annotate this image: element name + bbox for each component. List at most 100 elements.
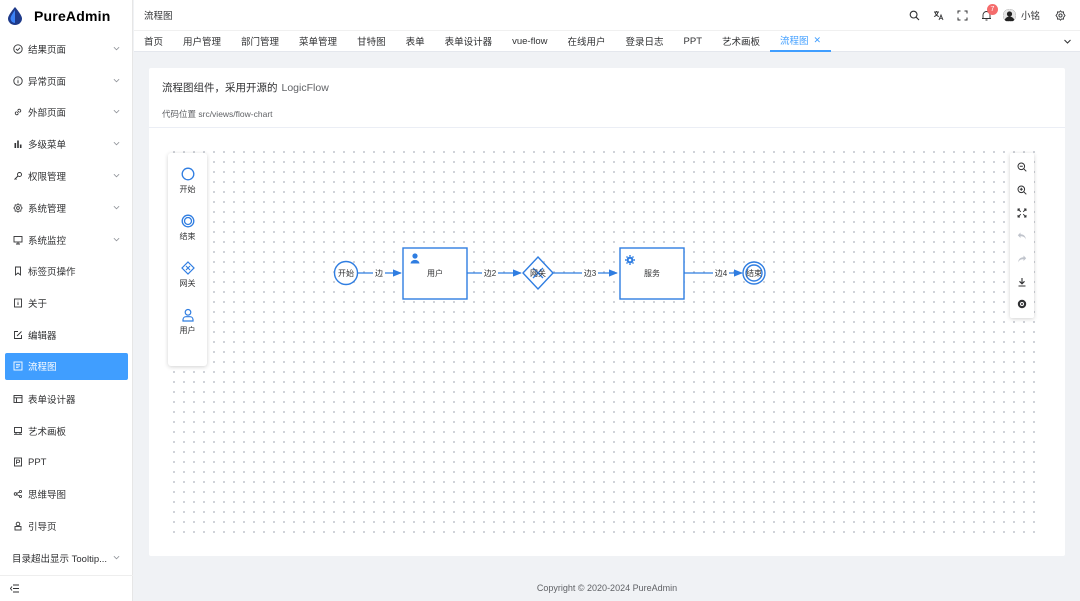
sidebar-item-label: PPT [28,456,47,468]
download-button[interactable] [1010,273,1034,291]
sidebar-item-label: 引导页 [28,522,57,534]
chevron-down-icon [113,555,120,560]
fullscreen-button[interactable] [951,0,975,30]
sidebar-item-monitor[interactable]: 系统监控 [0,224,133,256]
logicflow-link[interactable]: LogicFlow [282,82,329,94]
chevron-down-icon [113,78,120,83]
card-title-text: 流程图组件，采用开源的 [162,82,278,94]
sidebar-item-multilevel[interactable]: 多级菜单 [0,128,133,160]
minimap-button[interactable] [1010,295,1034,313]
sidebar-item-tags[interactable]: 标签页操作 [0,256,133,288]
tab-gantt[interactable]: 甘特图 [347,30,396,52]
ppt-icon [13,457,23,467]
avatar [1002,8,1016,22]
tab-form[interactable]: 表单 [396,30,435,52]
node-label: 服务 [644,268,660,278]
sidebar-item-editor[interactable]: 编辑器 [0,319,133,351]
gear-icon [13,203,23,213]
translate-icon [934,10,944,20]
node-service[interactable]: 服务 [619,247,685,300]
mindmap-icon [13,489,23,499]
check-circle-icon [13,44,23,54]
sidebar-item-label: 思维导图 [28,490,67,502]
fit-view-button[interactable] [1010,204,1034,222]
guide-icon [13,521,23,531]
key-icon [13,171,23,181]
chevron-down-icon [113,237,120,242]
tab-home[interactable]: 首页 [134,30,173,52]
close-icon[interactable]: ✕ [814,35,822,46]
app-logo[interactable]: PureAdmin [0,0,132,32]
palette-end[interactable]: 结束 [168,214,207,242]
circle-icon [181,167,194,181]
zoom-out-button[interactable] [1010,158,1034,176]
tab-login-log[interactable]: 登录日志 [616,30,674,52]
info-circle-icon [13,76,23,86]
node-user[interactable]: 用户 [402,247,468,300]
node-start[interactable]: 开始 [333,260,359,286]
tab-menu-management[interactable]: 菜单管理 [289,30,347,52]
notification-button[interactable]: 7 [975,0,999,30]
user-icon [181,308,194,322]
flow-canvas[interactable] [167,145,1037,535]
chevron-down-icon [113,142,120,146]
tab-vue-flow[interactable]: vue-flow [502,30,557,52]
sidebar-item-label: 编辑器 [28,331,57,343]
gear-icon [1054,9,1066,21]
sidebar-item-flowchart[interactable]: 流程图 [5,352,128,380]
zoom-in-button[interactable] [1010,181,1034,199]
droplet-logo-icon [8,7,22,25]
sidebar-item-ppt[interactable]: PPT [0,447,133,479]
tab-online-users[interactable]: 在线用户 [557,30,615,52]
translate-button[interactable] [927,0,951,30]
sidebar-item-mindmap[interactable]: 思维导图 [0,478,133,510]
tab-dept-management[interactable]: 部门管理 [231,30,289,52]
sidebar-item-label: 标签页操作 [28,267,76,279]
tab-user-management[interactable]: 用户管理 [173,30,231,52]
about-icon [13,298,23,308]
redo-button[interactable] [1010,250,1034,268]
top-navbar: 流程图 7 小铭 [134,0,1080,30]
tab-ppt[interactable]: PPT [674,30,712,52]
zoom-out-icon [1017,162,1027,172]
user-dropdown[interactable]: 小铭 [1002,8,1040,22]
palette-label: 用户 [179,326,196,335]
bookmark-icon [13,266,23,277]
settings-button[interactable] [1048,0,1072,30]
header-actions: 7 小铭 [903,0,1072,30]
tab-form-designer[interactable]: 表单设计器 [435,30,503,52]
chevron-down-icon [113,205,120,210]
sidebar-item-about[interactable]: 关于 [0,287,133,319]
sidebar-collapse-button[interactable] [0,575,133,601]
palette-start[interactable]: 开始 [168,167,207,195]
palette-user[interactable]: 用户 [168,308,207,336]
sidebar-item-label: 异常页面 [28,76,67,88]
tab-flowchart[interactable]: 流程图 ✕ [770,30,832,52]
search-button[interactable] [903,0,927,30]
sidebar-item-label: 结果页面 [28,44,67,56]
chevron-down-icon[interactable] [1063,37,1072,46]
sidebar-item-tooltip-overflow[interactable]: 目录超出显示 Tooltip... [0,542,133,574]
palette-gateway[interactable]: 网关 [168,261,207,289]
undo-icon [1017,232,1026,240]
flowchart-icon [13,361,23,371]
sidebar-item-label: 表单设计器 [28,394,76,406]
tags-view: 首页 用户管理 部门管理 菜单管理 甘特图 表单 表单设计器 vue-flow … [134,30,1080,52]
palette-label: 网关 [179,279,196,288]
diamond-icon [180,261,195,275]
node-end[interactable]: 结束 [742,261,766,285]
undo-button[interactable] [1010,227,1034,245]
sidebar-item-result[interactable]: 结果页面 [0,33,133,65]
sidebar-item-error[interactable]: 异常页面 [0,65,133,97]
sidebar-item-external[interactable]: 外部页面 [0,97,133,129]
sidebar-item-permission[interactable]: 权限管理 [0,160,133,192]
sidebar-item-guide[interactable]: 引导页 [0,510,133,542]
sidebar-item-label: 艺术画板 [28,426,67,438]
sidebar-item-art-board[interactable]: 艺术画板 [0,415,133,447]
tab-art-board[interactable]: 艺术画板 [712,30,770,52]
sidebar-item-form-designer[interactable]: 表单设计器 [0,383,133,415]
page-footer: Copyright © 2020-2024 PureAdmin [536,583,678,593]
sidebar-item-system[interactable]: 系统管理 [0,192,133,224]
breadcrumb[interactable]: 流程图 [144,8,173,22]
chevron-down-icon [113,173,120,178]
